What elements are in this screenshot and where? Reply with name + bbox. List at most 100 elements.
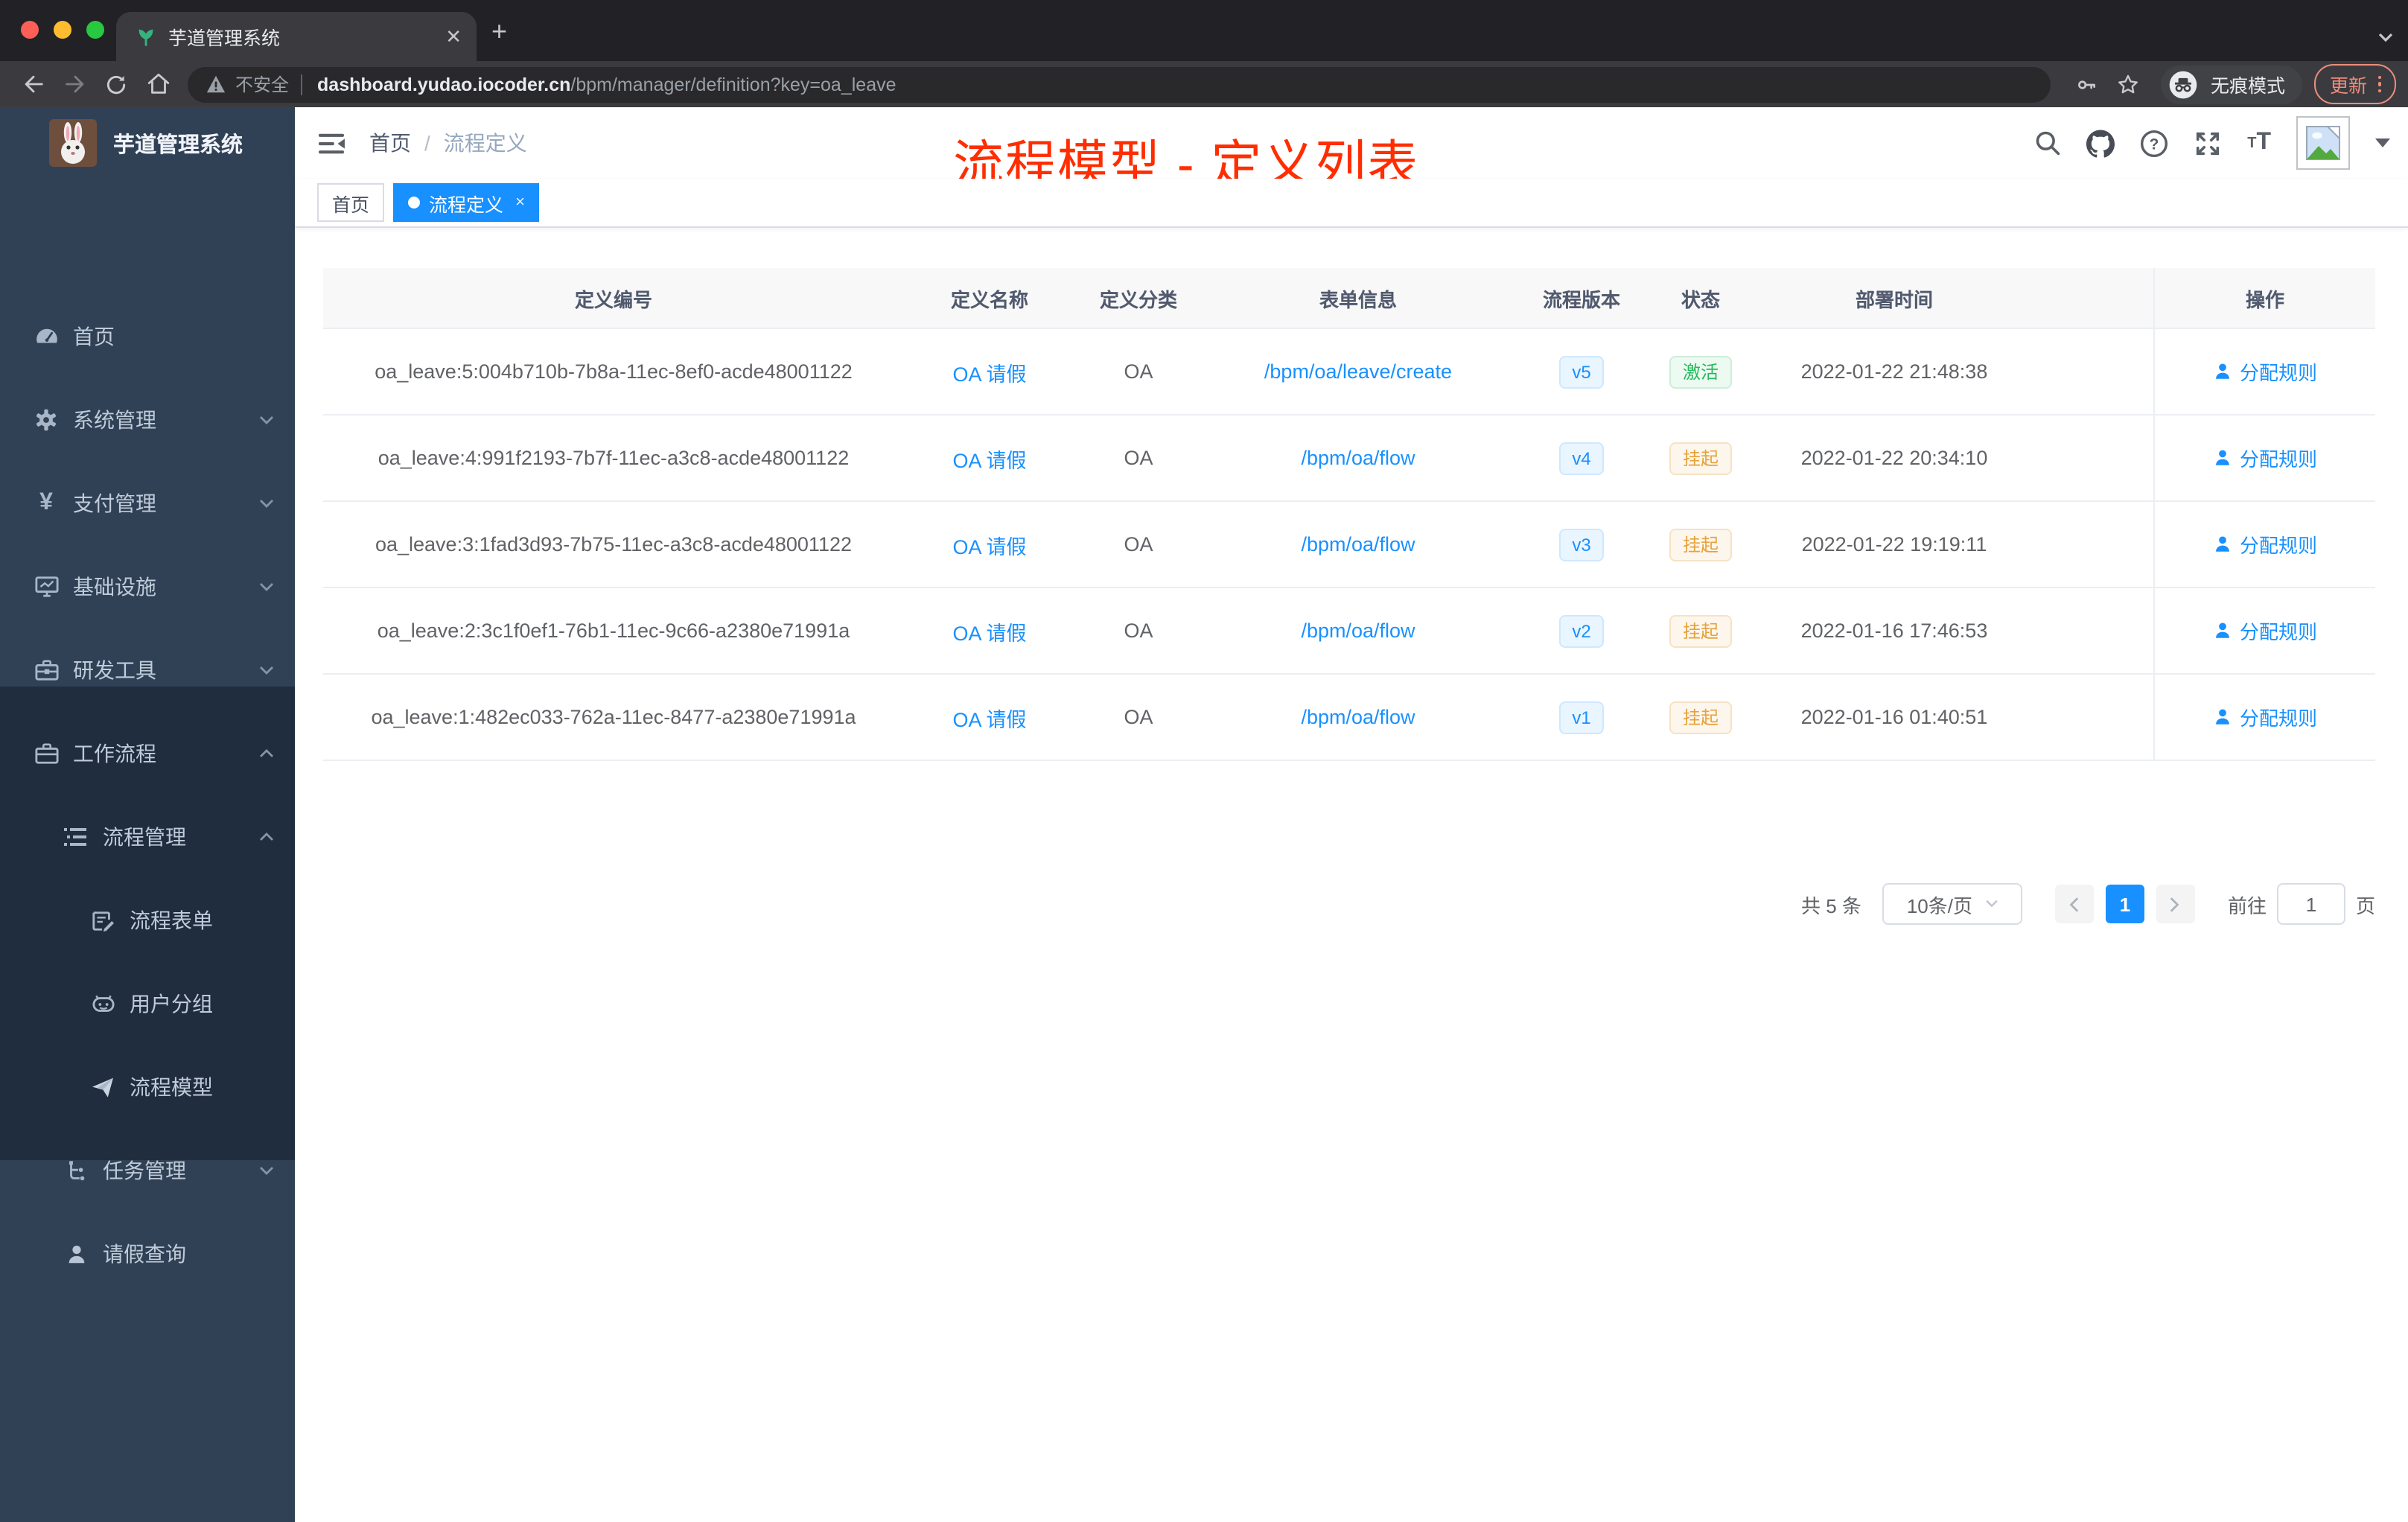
hamburger-fold-icon[interactable] (317, 130, 345, 156)
sidebar-item-system[interactable]: 系统管理 (0, 378, 295, 462)
user-icon (2216, 363, 2229, 379)
browser-menu-icon[interactable] (2377, 75, 2381, 93)
sidebar-item-workflow[interactable]: 工作流程 (0, 712, 295, 795)
cell-definition-category: OA (1124, 620, 1153, 642)
tab-search-icon[interactable] (2378, 24, 2393, 51)
assign-rule-link[interactable]: 分配规则 (2240, 357, 2317, 386)
prev-page-button[interactable] (2054, 885, 2094, 923)
macos-minimize-button[interactable] (54, 21, 71, 39)
cell-status: 挂起 (1649, 442, 1753, 474)
browser-tab[interactable]: 芋道管理系统 ✕ (116, 12, 477, 61)
assign-rule-link[interactable]: 分配规则 (2240, 444, 2317, 472)
form-info-link[interactable]: /bpm/oa/leave/create (1264, 360, 1452, 383)
app-header: 首页 / 流程定义 ? T T 流程模型 - 定义列表 (295, 107, 2408, 194)
table-row: oa_leave:5:004b710b-7b8a-11ec-8ef0-acde4… (323, 329, 2375, 415)
tree-icon (63, 1159, 89, 1182)
cell-process-version: v5 (1514, 355, 1649, 388)
sidebar-item-task-management[interactable]: 任务管理 (0, 1129, 295, 1212)
tag-close-icon[interactable]: × (515, 194, 525, 211)
sidebar-item-infrastructure[interactable]: 基础设施 (0, 545, 295, 628)
breadcrumb-home[interactable]: 首页 (369, 128, 411, 158)
cell-actions: 分配规则 (2153, 588, 2375, 673)
cell-definition-name: OA 请假 (904, 702, 1075, 732)
cell-actions: 分配规则 (2153, 675, 2375, 760)
new-tab-button[interactable]: + (491, 18, 507, 45)
github-icon[interactable] (2086, 129, 2115, 157)
font-size-icon[interactable]: TT (2247, 130, 2271, 156)
assign-rule-link[interactable]: 分配规则 (2240, 703, 2317, 731)
back-icon[interactable] (12, 65, 54, 104)
definition-name-link[interactable]: OA 请假 (952, 449, 1026, 471)
person-icon (63, 1243, 89, 1265)
sidebar-item-payment[interactable]: ¥ 支付管理 (0, 462, 295, 545)
assign-rule-button[interactable]: 分配规则 (2213, 357, 2317, 386)
assign-rule-link[interactable]: 分配规则 (2240, 617, 2317, 645)
sidebar: 芋道管理系统 首页 系统管理 ¥ 支付管理 基础设施 研发工具 工作流程 流程管… (0, 107, 295, 1522)
assign-rule-link[interactable]: 分配规则 (2240, 530, 2317, 558)
active-dot-icon (408, 197, 421, 208)
monitor-icon (33, 575, 60, 599)
fullscreen-icon[interactable] (2194, 129, 2222, 157)
table-row: oa_leave:1:482ec033-762a-11ec-8477-a2380… (323, 675, 2375, 761)
status-badge: 挂起 (1669, 614, 1732, 647)
form-info-link[interactable]: /bpm/oa/flow (1301, 706, 1415, 728)
table-row: oa_leave:4:991f2193-7b7f-11ec-a3c8-acde4… (323, 415, 2375, 502)
assign-rule-button[interactable]: 分配规则 (2213, 444, 2317, 472)
sidebar-item-leave-query[interactable]: 请假查询 (0, 1212, 295, 1296)
main-area: 首页 / 流程定义 ? T T 流程模型 - 定义列表 首页 流程定义 × 定义… (295, 107, 2408, 1522)
assign-rule-button[interactable]: 分配规则 (2213, 703, 2317, 731)
tag-home[interactable]: 首页 (317, 183, 385, 222)
url-host: dashboard.yudao.iocoder.cn (317, 74, 571, 95)
sidebar-menu: 首页 系统管理 ¥ 支付管理 基础设施 研发工具 工作流程 流程管理 流程表单 … (0, 295, 295, 1296)
page-size-select[interactable]: 10条/页 (1882, 883, 2022, 925)
browser-update-button[interactable]: 更新 (2314, 64, 2396, 104)
incognito-icon (2170, 70, 2198, 98)
forward-icon[interactable] (54, 65, 95, 104)
form-info-link[interactable]: /bpm/oa/flow (1301, 533, 1415, 555)
cell-deploy-time: 2022-01-16 01:40:51 (1800, 706, 1988, 728)
sidebar-item-home[interactable]: 首页 (0, 295, 295, 378)
assign-rule-button[interactable]: 分配规则 (2213, 617, 2317, 645)
bookmark-star-icon[interactable] (2108, 65, 2150, 104)
reload-icon[interactable] (95, 65, 137, 104)
gear-icon (33, 408, 60, 432)
user-icon (2216, 709, 2229, 725)
sidebar-item-process-model[interactable]: 流程模型 (0, 1045, 295, 1129)
cell-form-info: /bpm/oa/leave/create (1202, 360, 1514, 383)
sidebar-item-process-form[interactable]: 流程表单 (0, 879, 295, 962)
definition-name-link[interactable]: OA 请假 (952, 363, 1026, 385)
page-number-current[interactable]: 1 (2105, 885, 2144, 923)
user-icon (2216, 623, 2229, 638)
password-key-icon[interactable] (2066, 65, 2108, 104)
cell-process-version: v4 (1514, 442, 1649, 474)
sidebar-item-user-group[interactable]: 用户分组 (0, 962, 295, 1045)
macos-close-button[interactable] (21, 21, 39, 39)
help-icon[interactable]: ? (2140, 129, 2168, 157)
sidebar-item-label: 用户分组 (130, 992, 213, 1016)
version-tag: v4 (1558, 442, 1605, 474)
tag-process-definition[interactable]: 流程定义 × (393, 183, 540, 222)
user-icon (2216, 536, 2229, 552)
page-suffix: 页 (2355, 894, 2375, 917)
definition-name-link[interactable]: OA 请假 (952, 708, 1026, 730)
form-info-link[interactable]: /bpm/oa/flow (1301, 447, 1415, 469)
column-header-definition-name: 定义名称 (950, 288, 1028, 311)
goto-page-input[interactable] (2276, 883, 2345, 925)
chevron-down-icon (259, 664, 273, 678)
form-info-link[interactable]: /bpm/oa/flow (1301, 620, 1415, 642)
next-page-button[interactable] (2156, 885, 2195, 923)
home-icon[interactable] (137, 65, 179, 104)
url-bar[interactable]: 不安全 dashboard.yudao.iocoder.cn/bpm/manag… (188, 66, 2051, 102)
tab-close-icon[interactable]: ✕ (445, 27, 462, 46)
definition-name-link[interactable]: OA 请假 (952, 535, 1026, 558)
caret-down-icon[interactable] (2375, 138, 2390, 147)
definition-name-link[interactable]: OA 请假 (952, 622, 1026, 644)
sidebar-logo-row[interactable]: 芋道管理系统 (0, 107, 295, 179)
macos-zoom-button[interactable] (86, 21, 104, 39)
sidebar-item-devtools[interactable]: 研发工具 (0, 628, 295, 712)
search-icon[interactable] (2034, 130, 2061, 156)
avatar[interactable] (2296, 116, 2350, 170)
cell-form-info: /bpm/oa/flow (1202, 620, 1514, 642)
sidebar-item-process-management[interactable]: 流程管理 (0, 795, 295, 879)
assign-rule-button[interactable]: 分配规则 (2213, 530, 2317, 558)
